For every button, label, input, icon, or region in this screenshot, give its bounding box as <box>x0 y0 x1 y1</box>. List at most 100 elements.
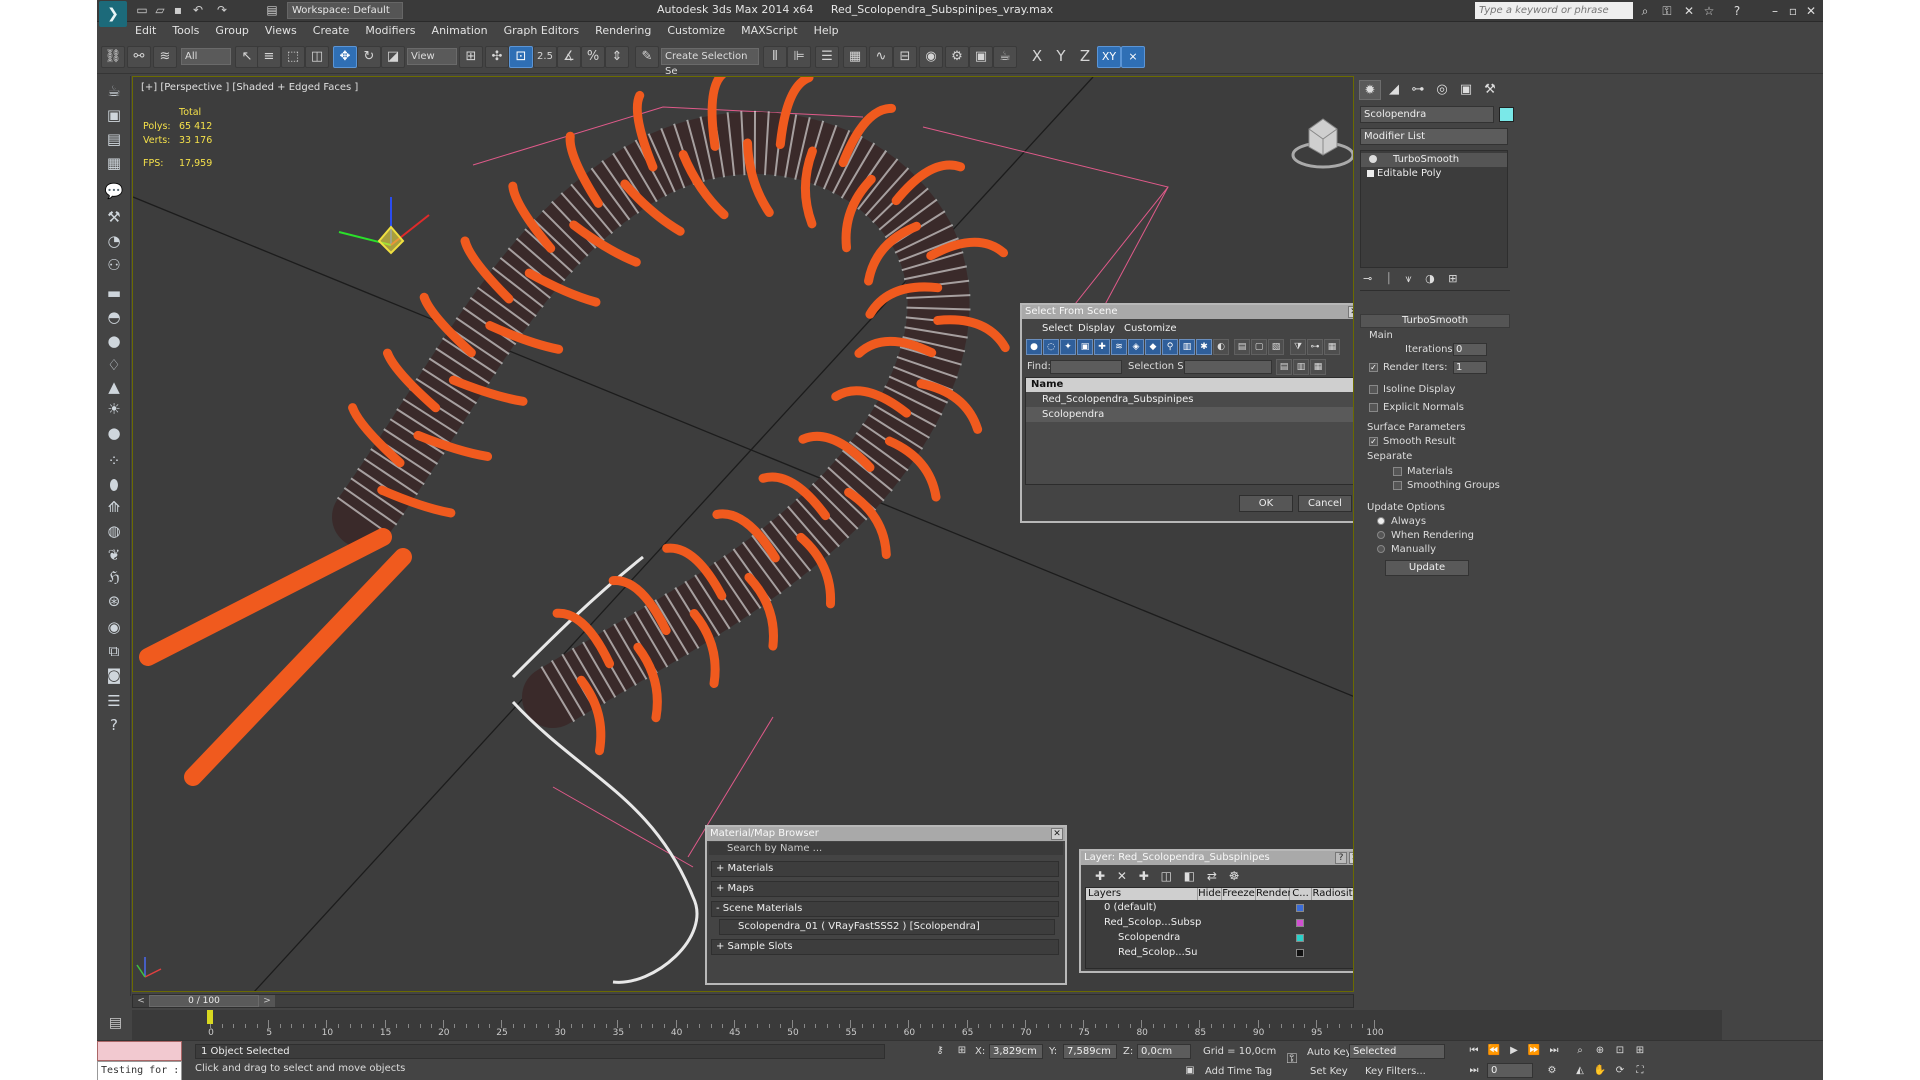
menu-edit[interactable]: Edit <box>127 22 164 40</box>
maximize-icon[interactable]: ▫ <box>1785 3 1801 19</box>
rectangular-selection-icon[interactable]: ⬚ <box>281 46 305 68</box>
layer-dialog-close-icon[interactable]: ✕ <box>1349 852 1353 864</box>
select-invert-icon[interactable]: ▧ <box>1268 339 1284 355</box>
open-file-icon[interactable]: ▱ <box>153 3 167 17</box>
stack-editable-poly[interactable]: Editable Poly <box>1361 167 1507 181</box>
stack-turbosmooth[interactable]: TurboSmooth <box>1361 153 1507 167</box>
render-frame-icon[interactable]: ▣ <box>102 104 126 126</box>
turbosmooth-rollout-header[interactable]: TurboSmooth <box>1360 314 1510 328</box>
menu-tools[interactable]: Tools <box>164 22 207 40</box>
selection-filter-dropdown[interactable]: All <box>181 48 231 65</box>
chat-icon[interactable]: 💬 <box>102 180 126 202</box>
robot-icon[interactable]: ⚇ <box>102 254 126 276</box>
key-mode-icon[interactable]: ⏭ <box>1465 1063 1483 1079</box>
bind-space-warp-icon[interactable]: ≋ <box>153 46 177 68</box>
save-file-icon[interactable]: ▪ <box>171 3 185 17</box>
mb-section-sample-slots[interactable]: + Sample Slots <box>711 939 1059 955</box>
time-configuration-icon[interactable]: ⚙ <box>1543 1063 1561 1079</box>
layer-col-freeze[interactable]: Freeze <box>1222 888 1256 900</box>
lightbulb-icon[interactable] <box>1369 155 1377 163</box>
select-none-icon[interactable]: ▢ <box>1251 339 1267 355</box>
sfs-column-name[interactable]: Name <box>1026 378 1353 392</box>
x-coord-field[interactable]: 3,829cm <box>989 1044 1043 1059</box>
layer-color-swatch[interactable] <box>1296 934 1304 942</box>
render-production-icon[interactable]: ☕ <box>993 46 1017 68</box>
sphere-icon[interactable]: ● <box>102 330 126 352</box>
display-geometry-icon[interactable]: ● <box>1026 339 1042 355</box>
curve-editor-icon[interactable]: ∿ <box>869 46 893 68</box>
axis-x-icon[interactable]: X <box>1025 46 1049 68</box>
maxscript-listener-output[interactable] <box>97 1041 182 1061</box>
display-frozen-icon[interactable]: ✱ <box>1196 339 1212 355</box>
go-to-end-icon[interactable]: ⏭ <box>1545 1043 1563 1059</box>
update-button[interactable]: Update <box>1385 560 1469 576</box>
help-search-input[interactable]: Type a keyword or phrase <box>1475 2 1633 19</box>
display-bones-icon[interactable]: ⚲ <box>1162 339 1178 355</box>
display-containers-icon[interactable]: ▥ <box>1179 339 1195 355</box>
particles-icon[interactable]: ⁘ <box>102 450 126 472</box>
graphite-ribbon-icon[interactable]: ▦ <box>843 46 867 68</box>
axis-y-icon[interactable]: Y <box>1049 46 1073 68</box>
auto-key-button[interactable]: Auto Key <box>1307 1047 1352 1058</box>
layer-dialog-help-icon[interactable]: ? <box>1335 852 1347 864</box>
hair-icon[interactable]: ℌ <box>102 566 126 588</box>
iterations-spinner[interactable]: 0 <box>1453 343 1487 356</box>
window-crossing-icon[interactable]: ◫ <box>305 46 329 68</box>
layer-col-color[interactable]: C... <box>1290 888 1312 900</box>
undo-icon[interactable]: ↶ <box>191 3 205 17</box>
sfs-ok-button[interactable]: OK <box>1239 495 1293 512</box>
z-coord-field[interactable]: 0,0cm <box>1137 1044 1191 1059</box>
spinner-snap-icon[interactable]: ⇕ <box>605 46 629 68</box>
zoom-icon[interactable]: ⌕ <box>1571 1043 1589 1059</box>
camera-icon[interactable]: ◙ <box>102 664 126 686</box>
list-icon[interactable]: ☰ <box>102 690 126 712</box>
isoline-display-checkbox[interactable] <box>1369 385 1378 394</box>
add-time-tag[interactable]: Add Time Tag <box>1205 1066 1272 1077</box>
edit-named-selection-icon[interactable]: ✎ <box>635 46 659 68</box>
sun-icon[interactable]: ☀ <box>102 398 126 420</box>
key-filters-button[interactable]: Key Filters... <box>1365 1066 1426 1077</box>
teapot-icon[interactable]: ☕ <box>102 80 126 102</box>
display-xrefs-icon[interactable]: ◆ <box>1145 339 1161 355</box>
explicit-normals-checkbox[interactable] <box>1369 403 1378 412</box>
key-set-dropdown[interactable]: Selected <box>1349 1044 1445 1059</box>
time-tag-icon[interactable]: ▣ <box>1181 1063 1199 1079</box>
display-helpers-icon[interactable]: ✚ <box>1094 339 1110 355</box>
mini-curve-editor-icon[interactable]: ▤ <box>99 1010 132 1036</box>
layer-col-render[interactable]: Render <box>1256 888 1292 900</box>
layer-row-default[interactable]: 0 (default) <box>1104 902 1194 914</box>
utilities-tab-icon[interactable]: ⚒ <box>1479 80 1501 100</box>
sfs-cancel-button[interactable]: Cancel <box>1298 495 1352 512</box>
material-browser-close-icon[interactable]: ✕ <box>1051 828 1063 840</box>
snaps-toggle-icon[interactable]: 2.5 <box>533 46 557 68</box>
object-color-swatch[interactable] <box>1499 107 1514 122</box>
stack-toolbar[interactable]: ⊸ ⏐ ⩛ ◑ ⊞ <box>1363 272 1513 288</box>
layer-row-scolopendra[interactable]: Scolopendra <box>1118 932 1198 944</box>
menu-modifiers[interactable]: Modifiers <box>357 22 423 40</box>
box-primitive-icon[interactable]: ▬ <box>102 282 126 304</box>
display-tab-icon[interactable]: ▣ <box>1455 80 1477 100</box>
modifier-list-dropdown[interactable]: Modifier List <box>1360 128 1508 145</box>
next-key-icon[interactable]: ⏩ <box>1525 1043 1543 1059</box>
mirror-icon[interactable]: ⫴ <box>763 46 787 68</box>
menu-maxscript[interactable]: MAXScript <box>733 22 805 40</box>
set-key-button[interactable]: Set Key <box>1310 1066 1348 1077</box>
menu-views[interactable]: Views <box>257 22 305 40</box>
viewport-label[interactable]: [+] [Perspective ] [Shaded + Edged Faces… <box>141 82 358 93</box>
sfs-row-red-scolopendra[interactable]: Red_Scolopendra_Subspinipes <box>1026 392 1353 407</box>
menu-animation[interactable]: Animation <box>424 22 496 40</box>
project-folder-icon[interactable]: ▤ <box>265 3 279 17</box>
key-icon[interactable]: ⚿ <box>1283 1051 1301 1067</box>
subscription-icon[interactable]: ⚿ <box>1659 3 1675 19</box>
layer-col-layers[interactable]: Layers <box>1086 888 1198 900</box>
motion-tab-icon[interactable]: ◎ <box>1431 80 1453 100</box>
current-time-marker[interactable] <box>207 1010 213 1024</box>
sfs-set-icon-3[interactable]: ▦ <box>1310 359 1326 375</box>
menu-customize[interactable]: Customize <box>659 22 733 40</box>
gold-sphere-icon[interactable]: ● <box>102 422 126 444</box>
help-icon[interactable]: ? <box>1729 3 1745 19</box>
rendered-frame-window-icon[interactable]: ▣ <box>969 46 993 68</box>
field-of-view-icon[interactable]: ◭ <box>1571 1063 1589 1079</box>
select-from-scene-title[interactable]: Select From Scene <box>1022 305 1353 319</box>
menu-rendering[interactable]: Rendering <box>587 22 659 40</box>
